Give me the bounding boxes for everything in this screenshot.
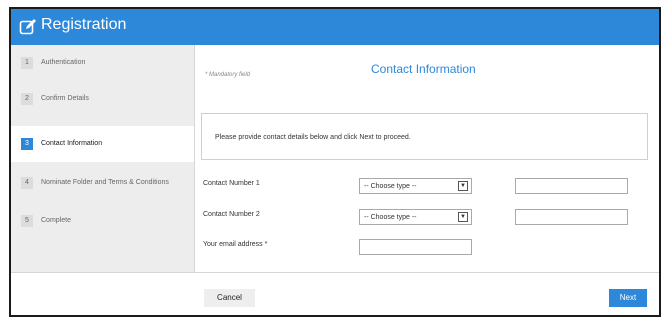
info-text: Please provide contact details below and… bbox=[215, 134, 411, 141]
step-label: Nominate Folder and Terms & Conditions bbox=[41, 179, 169, 186]
info-box: Please provide contact details below and… bbox=[201, 113, 648, 160]
step-label: Confirm Details bbox=[41, 95, 89, 102]
step-number: 4 bbox=[21, 177, 33, 189]
select-value: -- Choose type -- bbox=[364, 183, 417, 190]
step-complete[interactable]: 5 Complete bbox=[11, 203, 194, 239]
steps-sidebar: 1 Authentication 2 Confirm Details 3 Con… bbox=[11, 45, 195, 272]
contact-number-1-type-select[interactable]: -- Choose type -- ▼ bbox=[359, 178, 472, 194]
step-label: Contact Information bbox=[41, 140, 103, 147]
contact-number-1-label: Contact Number 1 bbox=[203, 180, 260, 187]
select-value: -- Choose type -- bbox=[364, 214, 417, 221]
email-label: Your email address * bbox=[203, 241, 268, 248]
step-contact-information[interactable]: 3 Contact Information bbox=[11, 126, 194, 162]
registration-window: Registration 1 Authentication 2 Confirm … bbox=[9, 7, 661, 317]
chevron-down-icon: ▼ bbox=[458, 181, 468, 191]
main-panel: * Mandatory field Contact Information Pl… bbox=[195, 45, 659, 272]
step-nominate-folder[interactable]: 4 Nominate Folder and Terms & Conditions bbox=[11, 165, 194, 201]
contact-number-2-label: Contact Number 2 bbox=[203, 211, 260, 218]
step-number: 3 bbox=[21, 138, 33, 150]
step-number: 1 bbox=[21, 57, 33, 69]
mandatory-note: * Mandatory field bbox=[205, 72, 251, 78]
step-number: 5 bbox=[21, 215, 33, 227]
chevron-down-icon: ▼ bbox=[458, 212, 468, 222]
contact-number-1-input[interactable] bbox=[515, 178, 628, 194]
cancel-button[interactable]: Cancel bbox=[204, 289, 255, 307]
next-button[interactable]: Next bbox=[609, 289, 647, 307]
section-title: Contact Information bbox=[371, 62, 476, 76]
step-number: 2 bbox=[21, 93, 33, 105]
step-label: Authentication bbox=[41, 59, 86, 66]
step-label: Complete bbox=[41, 217, 71, 224]
step-authentication[interactable]: 1 Authentication bbox=[11, 45, 194, 81]
contact-number-2-type-select[interactable]: -- Choose type -- ▼ bbox=[359, 209, 472, 225]
edit-icon bbox=[19, 19, 36, 35]
header-bar: Registration bbox=[11, 9, 659, 45]
page-title: Registration bbox=[41, 16, 127, 33]
contact-number-2-input[interactable] bbox=[515, 209, 628, 225]
step-confirm-details[interactable]: 2 Confirm Details bbox=[11, 81, 194, 117]
email-input[interactable] bbox=[359, 239, 472, 255]
footer-bar: Cancel Next bbox=[11, 272, 659, 315]
